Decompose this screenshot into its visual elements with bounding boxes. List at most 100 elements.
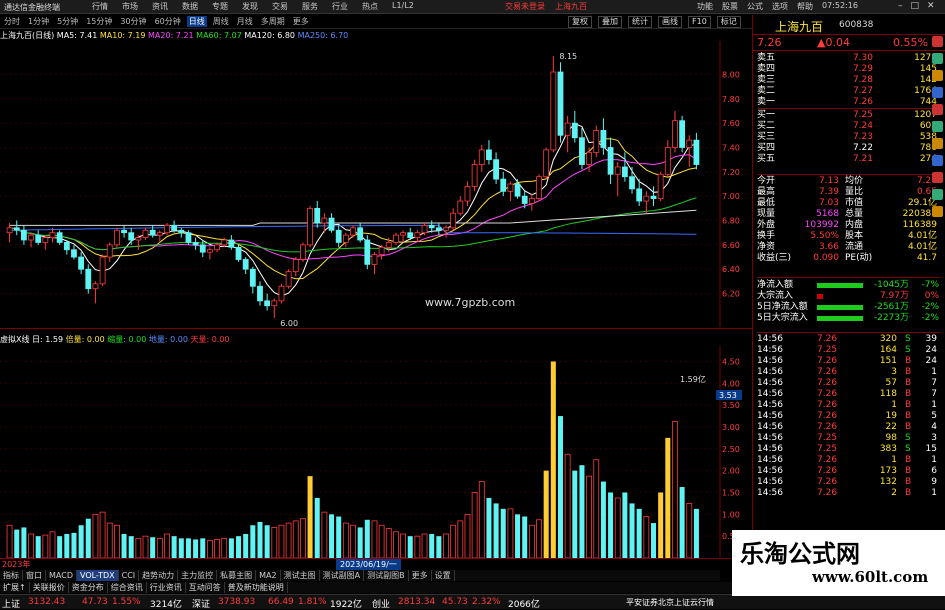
side-icon-5[interactable]: [932, 104, 943, 115]
period-tab-4[interactable]: 30分钟: [118, 16, 148, 27]
indicator-tab-8[interactable]: MA2: [256, 570, 281, 581]
legend-ma120: MA120: 6.80: [244, 31, 296, 40]
menu-item-0[interactable]: 行情: [92, 1, 108, 12]
orderbook-row: 买二 7.24 605: [757, 121, 941, 132]
volume-bar: [292, 520, 299, 558]
period-tab-8[interactable]: 月线: [235, 16, 255, 27]
tool-button-3[interactable]: 画线: [658, 16, 682, 28]
period-tab-7[interactable]: 周线: [211, 16, 231, 27]
side-icon-7[interactable]: [932, 138, 943, 149]
bottom-tab-2[interactable]: 资金分布: [69, 582, 108, 593]
indicator-tab-7[interactable]: 私募主图: [217, 570, 257, 581]
maximize-icon[interactable]: □: [911, 1, 920, 11]
side-icon-4[interactable]: [932, 87, 943, 98]
tick-row: 14:56 7.26 57 B 7: [757, 378, 941, 389]
indicator-tab-1[interactable]: 窗口: [23, 570, 46, 581]
candle-body: [342, 234, 349, 243]
period-tab-10[interactable]: 更多: [291, 16, 311, 27]
sh-label: 上证: [2, 600, 21, 610]
tool-button-5[interactable]: 标记: [716, 16, 741, 28]
menu-item-7[interactable]: 服务: [302, 1, 318, 12]
side-icon-1[interactable]: [932, 36, 943, 47]
indicator-tab-5[interactable]: 趋势动力: [139, 570, 179, 581]
tool-button-0[interactable]: 复权: [568, 16, 592, 28]
bottom-tab-1[interactable]: 关联报价: [30, 582, 69, 593]
period-tab-5[interactable]: 60分钟: [153, 16, 183, 27]
candlestick-chart[interactable]: 8.00 7.80 7.60 7.40 7.20 7.00 6.80 6.60 6.40 6.20…: [0, 41, 752, 327]
tick-price: 7.26: [817, 411, 838, 421]
orderbook-row: 买一 7.25 1207: [757, 110, 941, 121]
indicator-tab-13[interactable]: 设置: [432, 570, 455, 581]
title-right-item-2[interactable]: 公式: [747, 1, 763, 12]
menu-item-3[interactable]: 数据: [182, 1, 198, 12]
bottom-tab-0[interactable]: 扩展↑: [0, 582, 30, 593]
title-right-item-3[interactable]: 选项: [772, 1, 788, 12]
indicator-tab-2[interactable]: MACD: [46, 570, 77, 581]
volume-bar: [178, 538, 184, 558]
side-icon-9[interactable]: [932, 172, 943, 183]
side-icon-3[interactable]: [932, 70, 943, 81]
tool-button-2[interactable]: 统计: [628, 16, 652, 28]
period-tab-1[interactable]: 1分钟: [26, 16, 51, 27]
side-icon-6[interactable]: [932, 121, 943, 132]
candle-body: [364, 239, 371, 265]
period-tab-2[interactable]: 5分钟: [55, 16, 80, 27]
tick-side: S: [905, 433, 911, 443]
side-icon-11[interactable]: [932, 206, 943, 217]
indicator-tab-10[interactable]: 测试副图A: [320, 570, 365, 581]
tick-time: 14:56: [757, 345, 783, 355]
volume-bar: [350, 524, 356, 558]
legend-ma10: MA10: 7.19: [99, 31, 146, 40]
menu-item-6[interactable]: 交易: [272, 1, 288, 12]
fund-value-b: 7.13: [818, 176, 839, 186]
minimize-icon[interactable]: –: [898, 1, 903, 11]
volume-bar: [28, 533, 34, 558]
indicator-tab-4[interactable]: CCI: [119, 570, 140, 581]
side-icon-2[interactable]: [932, 53, 943, 64]
side-icon-8[interactable]: [932, 155, 943, 166]
close-icon[interactable]: ✕: [927, 1, 935, 11]
candle-body: [78, 256, 85, 270]
candle-body: [629, 176, 635, 190]
quote-panel: 上海九百 600838 7.26 ▲0.04 0.55% 卖五 7.30 1273 卖…: [752, 15, 945, 594]
trade-login-status[interactable]: 交易未登录: [505, 1, 545, 12]
indicator-tab-3[interactable]: VOL-TDX: [76, 570, 119, 581]
tool-button-4[interactable]: F10: [688, 16, 711, 28]
window-controls: – □ ✕: [898, 1, 935, 11]
broker-label: 平安证券北京上证云行情: [626, 598, 714, 607]
volume-bar: [414, 535, 421, 558]
side-icon-10[interactable]: [932, 189, 943, 200]
indicator-tab-12[interactable]: 更多: [409, 570, 432, 581]
volume-chart[interactable]: 4.504.003.503.002.502.001.501.000.501.59…: [0, 346, 752, 558]
title-right-item-4[interactable]: 帮助: [797, 1, 813, 12]
indicator-tab-11[interactable]: 测试副图B: [364, 570, 409, 581]
volume-bar: [329, 514, 335, 558]
bottom-tab-5[interactable]: 互动问答: [186, 582, 225, 593]
menu-item-5[interactable]: 发现: [242, 1, 258, 12]
menu-item-4[interactable]: 专题: [212, 1, 228, 12]
high-price-label: 8.15: [559, 52, 577, 61]
menu-item-2[interactable]: 资讯: [152, 1, 168, 12]
menu-item-10[interactable]: L1/L2: [392, 1, 414, 12]
title-right-item-0[interactable]: 功能: [697, 1, 713, 12]
period-tab-3[interactable]: 15分钟: [84, 16, 114, 27]
tick-side: B: [905, 455, 912, 465]
menu-item-8[interactable]: 行业: [332, 1, 348, 12]
menu-item-1[interactable]: 市场: [122, 1, 138, 12]
bottom-tab-6[interactable]: 普及新功能说明: [225, 582, 288, 593]
candle-body: [686, 139, 693, 148]
period-tab-0[interactable]: 分时: [2, 16, 22, 27]
menu-item-9[interactable]: 热点: [362, 1, 378, 12]
tick-row: 14:56 7.26 118 B 7: [757, 389, 941, 400]
indicator-tab-6[interactable]: 主力监控: [178, 570, 218, 581]
bottom-tab-3[interactable]: 综合资讯: [108, 582, 147, 593]
orderbook-price: 7.29: [852, 64, 873, 74]
period-tab-9[interactable]: 多周期: [259, 16, 287, 27]
indicator-tab-0[interactable]: 指标: [0, 570, 23, 581]
bottom-tab-4[interactable]: 行业资讯: [147, 582, 186, 593]
title-right-item-1[interactable]: 股票: [722, 1, 738, 12]
tool-button-1[interactable]: 叠加: [598, 16, 622, 28]
period-tab-6[interactable]: 日线: [186, 16, 207, 27]
orderbook-row: 买三 7.23 538: [757, 132, 941, 143]
indicator-tab-9[interactable]: 测试主图: [281, 570, 320, 581]
